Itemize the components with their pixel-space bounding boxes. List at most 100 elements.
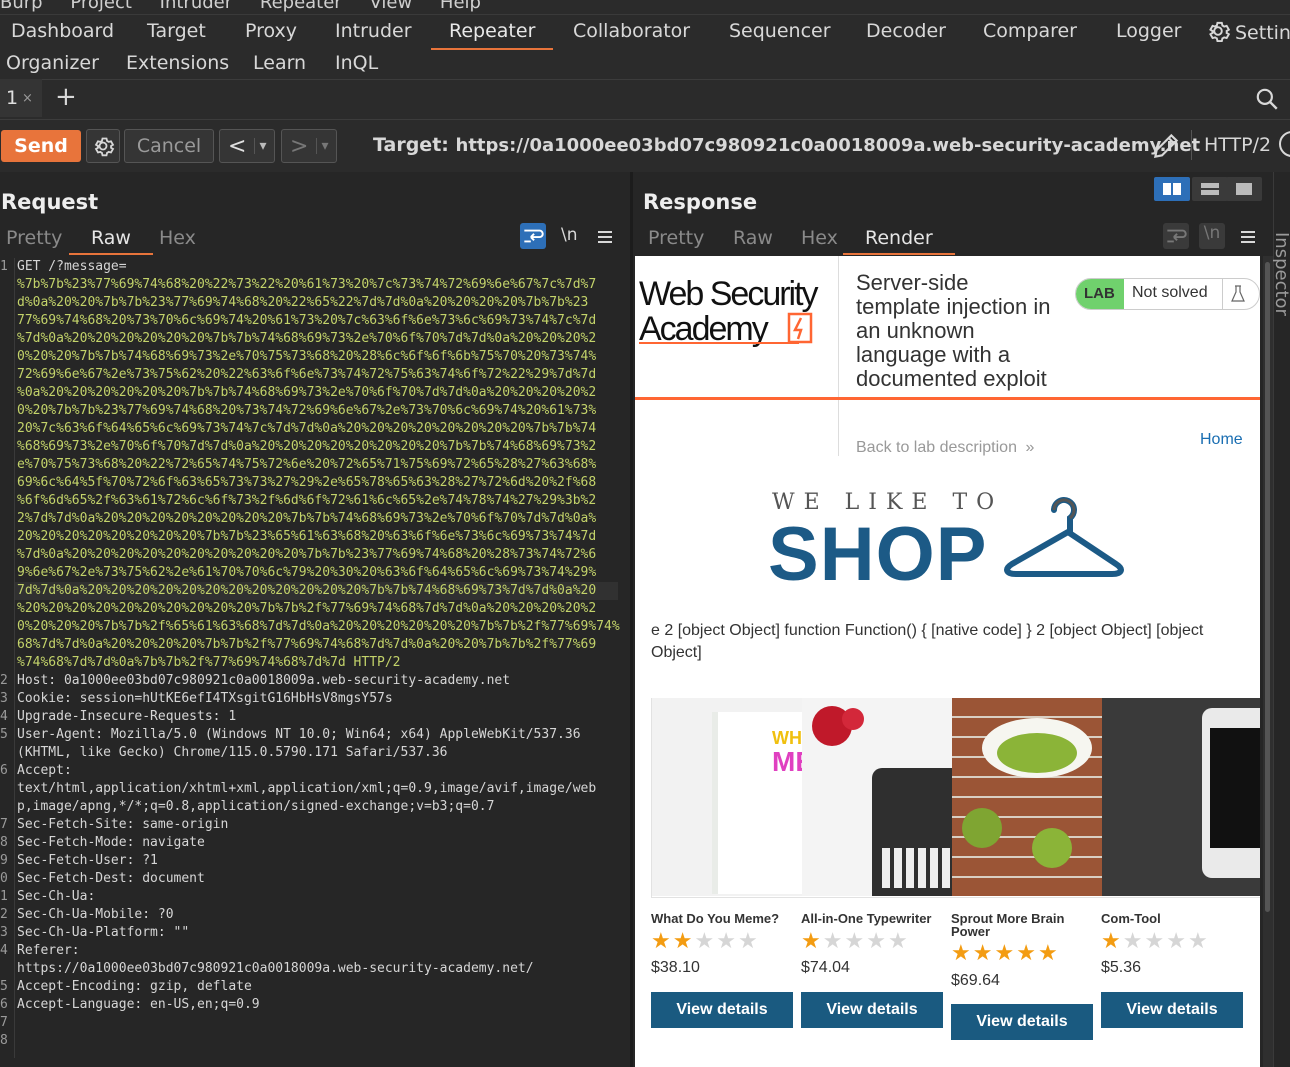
tab-decoder[interactable]: Decoder	[866, 20, 946, 42]
request-line[interactable]: %68%69%73%2e%70%6f%70%7d%7d%0a%20%20%20%…	[17, 438, 596, 456]
request-line[interactable]: e%70%75%73%68%20%22%72%65%74%75%72%6e%20…	[17, 456, 596, 474]
help-icon[interactable]	[1279, 131, 1290, 157]
response-tab-render[interactable]: Render	[843, 227, 955, 255]
request-line[interactable]: Host: 0a1000ee03bd07c980921c0a0018009a.w…	[17, 672, 510, 690]
back-to-lab-link[interactable]: Back to lab description »	[856, 439, 1034, 457]
product-image-sprouts[interactable]	[952, 698, 1102, 896]
request-line[interactable]: %6f%6d%65%2f%63%61%72%6c%6f%73%2f%6d%6f%…	[17, 492, 596, 510]
request-line[interactable]: Upgrade-Insecure-Requests: 1	[17, 708, 236, 726]
home-link[interactable]: Home	[1200, 431, 1243, 449]
tab-intruder[interactable]: Intruder	[335, 20, 412, 42]
session-tab-1[interactable]: 1 ×	[0, 79, 42, 117]
request-line[interactable]: d%0a%20%20%7b%7b%23%77%69%74%68%20%22%65…	[17, 294, 588, 312]
view-details-button[interactable]: View details	[951, 1004, 1093, 1040]
tab-logger[interactable]: Logger	[1116, 20, 1182, 42]
request-line[interactable]: 77%69%74%68%20%73%70%6c%69%74%20%61%73%2…	[17, 312, 596, 330]
request-line[interactable]: Accept-Language: en-US,en;q=0.9	[17, 996, 260, 1014]
view-details-button[interactable]: View details	[651, 992, 793, 1028]
request-tab-hex[interactable]: Hex	[159, 227, 196, 249]
http-version[interactable]: HTTP/2	[1204, 134, 1271, 156]
menu-icon[interactable]	[595, 227, 615, 247]
request-line[interactable]: (KHTML, like Gecko) Chrome/115.0.5790.17…	[17, 744, 447, 762]
layout-stacked-icon[interactable]	[1192, 177, 1228, 201]
tab-dashboard[interactable]: Dashboard	[11, 20, 114, 42]
request-line[interactable]: %0a%20%20%20%20%20%20%7b%7b%74%68%69%73%…	[17, 384, 596, 402]
render-scrollbar-thumb[interactable]	[1265, 262, 1270, 912]
add-tab-button[interactable]: +	[55, 82, 77, 112]
request-line[interactable]: %7d%0a%20%20%20%20%20%20%7b%7b%74%68%69%…	[17, 330, 596, 348]
response-tab-raw[interactable]: Raw	[733, 227, 773, 249]
request-line[interactable]: %7b%7b%23%77%69%74%68%20%22%73%22%20%61%…	[17, 276, 596, 294]
request-line[interactable]: 0%20%7b%7b%23%77%69%74%68%20%73%74%72%69…	[17, 402, 596, 420]
target-display[interactable]: Target: https://0a1000ee03bd07c980921c0a…	[373, 134, 1200, 156]
request-line[interactable]: Cookie: session=hUtKE6efI4TXsgitG16HbHsV…	[17, 690, 393, 708]
request-line[interactable]: 7d%7d%0a%20%20%20%20%20%20%20%20%20%20%2…	[17, 582, 596, 600]
rendered-page[interactable]: Web Security Academy Server-side templat…	[635, 256, 1260, 1067]
tab-sequencer[interactable]: Sequencer	[729, 20, 831, 42]
request-line[interactable]: Sec-Fetch-Site: same-origin	[17, 816, 228, 834]
request-line[interactable]: Accept-Encoding: gzip, deflate	[17, 978, 252, 996]
request-line[interactable]: User-Agent: Mozilla/5.0 (Windows NT 10.0…	[17, 726, 581, 744]
product-image-com-tool[interactable]	[1102, 698, 1260, 896]
menu-help[interactable]: Help	[440, 0, 481, 13]
chevron-down-icon[interactable]: ▾	[316, 138, 328, 154]
tab-inql[interactable]: InQL	[335, 52, 378, 74]
request-line[interactable]: GET /?message=	[17, 258, 127, 276]
request-line[interactable]: 0%20%20%7b%7b%74%68%69%73%2e%70%75%73%68…	[17, 348, 596, 366]
view-details-button[interactable]: View details	[1101, 992, 1243, 1028]
request-line[interactable]: 68%7d%7d%0a%20%20%20%20%7b%7b%2f%77%69%7…	[17, 636, 596, 654]
pencil-icon[interactable]	[1150, 130, 1182, 162]
wrap-lines-icon[interactable]	[520, 223, 546, 249]
tab-repeater[interactable]: Repeater	[430, 20, 554, 50]
menu-project[interactable]: Project	[70, 0, 132, 13]
layout-side-by-side-icon[interactable]	[1154, 177, 1190, 201]
request-line[interactable]: 69%6c%64%5f%70%72%6f%63%65%73%73%27%29%2…	[17, 474, 596, 492]
product-image-typewriter[interactable]	[802, 698, 952, 896]
menu-view[interactable]: View	[369, 0, 412, 13]
request-line[interactable]: Sec-Fetch-Mode: navigate	[17, 834, 205, 852]
request-line[interactable]: Sec-Ch-Ua-Platform: ""	[17, 924, 189, 942]
request-line[interactable]: 9%6e%67%2e%73%75%62%2e%61%70%70%6c%79%20…	[17, 564, 596, 582]
tab-comparer[interactable]: Comparer	[983, 20, 1077, 42]
tab-proxy[interactable]: Proxy	[245, 20, 297, 42]
request-line[interactable]: Sec-Fetch-Dest: document	[17, 870, 205, 888]
request-line[interactable]: p,image/apng,*/*;q=0.8,application/signe…	[17, 798, 494, 816]
request-line[interactable]: Accept:	[17, 762, 72, 780]
response-tab-hex[interactable]: Hex	[801, 227, 838, 249]
menu-repeater[interactable]: Repeater	[260, 0, 342, 13]
tab-target[interactable]: Target	[147, 20, 206, 42]
response-tab-pretty[interactable]: Pretty	[648, 227, 704, 249]
request-line[interactable]: 0%20%20%20%7b%7b%2f%65%61%63%68%7d%7d%0a…	[17, 618, 620, 636]
request-tab-raw[interactable]: Raw	[69, 227, 153, 255]
wsa-logo[interactable]: Web Security Academy	[639, 276, 819, 346]
tab-organizer[interactable]: Organizer	[6, 52, 99, 74]
tab-extensions[interactable]: Extensions	[126, 52, 229, 74]
tab-settings[interactable]: Settings	[1205, 18, 1290, 44]
product-image-what-do-you-meme[interactable]: WHA ME	[652, 698, 802, 896]
request-line[interactable]: Sec-Ch-Ua:	[17, 888, 95, 906]
inspector-sidebar[interactable]: Inspector	[1271, 172, 1290, 1067]
request-line[interactable]: text/html,application/xhtml+xml,applicat…	[17, 780, 596, 798]
menu-burp[interactable]: Burp	[0, 0, 43, 13]
cancel-button[interactable]: Cancel	[124, 129, 214, 163]
request-line[interactable]: https://0a1000ee03bd07c980921c0a0018009a…	[17, 960, 534, 978]
previous-button[interactable]: < ▾	[219, 129, 275, 163]
menu-intruder[interactable]: Intruder	[160, 0, 232, 13]
next-button[interactable]: > ▾	[281, 129, 337, 163]
newline-toggle[interactable]: \n	[561, 225, 578, 245]
request-line[interactable]: Sec-Ch-Ua-Mobile: ?0	[17, 906, 174, 924]
request-line[interactable]: %7d%0a%20%20%20%20%20%20%20%20%20%20%7b%…	[17, 546, 596, 564]
view-details-button[interactable]: View details	[801, 992, 943, 1028]
send-button[interactable]: Send	[1, 130, 81, 162]
request-line[interactable]: 20%20%20%20%20%20%20%20%7b%7b%23%65%61%6…	[17, 528, 596, 546]
request-line[interactable]: %20%20%20%20%20%20%20%20%20%20%7b%7b%2f%…	[17, 600, 596, 618]
tab-learn[interactable]: Learn	[253, 52, 306, 74]
request-line[interactable]: Sec-Fetch-User: ?1	[17, 852, 158, 870]
request-line[interactable]: Referer:	[17, 942, 80, 960]
menu-icon[interactable]	[1238, 227, 1258, 247]
tab-collaborator[interactable]: Collaborator	[573, 20, 690, 42]
request-tab-pretty[interactable]: Pretty	[6, 227, 62, 249]
inspector-label[interactable]: Inspector	[1271, 232, 1290, 316]
search-icon[interactable]	[1254, 86, 1280, 112]
request-line[interactable]: 20%7c%63%6f%64%65%6c%69%73%74%7c%7d%7d%0…	[17, 420, 596, 438]
